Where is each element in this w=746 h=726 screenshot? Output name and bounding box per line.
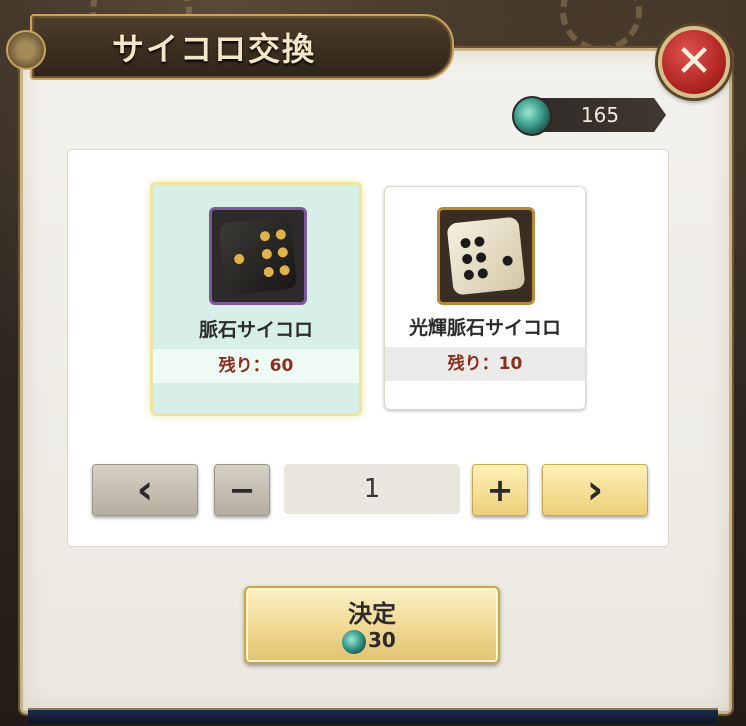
dice-frame bbox=[437, 207, 535, 305]
confirm-cost: 30 bbox=[368, 628, 396, 652]
dice-remaining: 残り：10 bbox=[385, 347, 585, 381]
chevron-right-icon: › bbox=[586, 467, 604, 513]
shining-stone-dice-icon bbox=[446, 216, 526, 296]
dice-remaining: 残り：60 bbox=[153, 349, 359, 383]
confirm-button[interactable]: 決定 30 bbox=[244, 586, 500, 664]
minus-icon: − bbox=[228, 471, 256, 509]
confirm-label: 決定 bbox=[348, 599, 396, 628]
minus-button[interactable]: − bbox=[214, 464, 270, 516]
quantity-display: 1 bbox=[284, 464, 460, 514]
panel-bottom-bar bbox=[28, 708, 718, 724]
dark-stone-dice-icon bbox=[218, 216, 298, 296]
dice-card-shining-stone[interactable]: 光輝脈石サイコロ 残り：10 bbox=[384, 186, 586, 410]
spirit-orb-icon bbox=[342, 630, 366, 654]
prev-button[interactable]: ‹ bbox=[92, 464, 198, 516]
next-button[interactable]: › bbox=[542, 464, 648, 516]
title-banner: サイコロ交換 bbox=[30, 14, 454, 80]
dice-card-stone[interactable]: 脈石サイコロ 残り：60 bbox=[150, 182, 362, 416]
title-gear-icon bbox=[6, 30, 46, 70]
plus-icon: + bbox=[486, 471, 514, 509]
dice-frame bbox=[209, 207, 307, 305]
decorative-gear-icon bbox=[560, 0, 642, 52]
dice-name: 脈石サイコロ bbox=[198, 319, 313, 341]
close-button[interactable]: ✕ bbox=[658, 26, 730, 98]
dice-name: 光輝脈石サイコロ bbox=[408, 317, 561, 339]
close-icon: ✕ bbox=[675, 36, 713, 87]
spirit-orb-icon bbox=[512, 96, 552, 136]
chevron-left-icon: ‹ bbox=[136, 467, 154, 513]
currency-value: 165 bbox=[580, 103, 620, 127]
page-title: サイコロ交換 bbox=[112, 30, 317, 68]
plus-button[interactable]: + bbox=[472, 464, 528, 516]
